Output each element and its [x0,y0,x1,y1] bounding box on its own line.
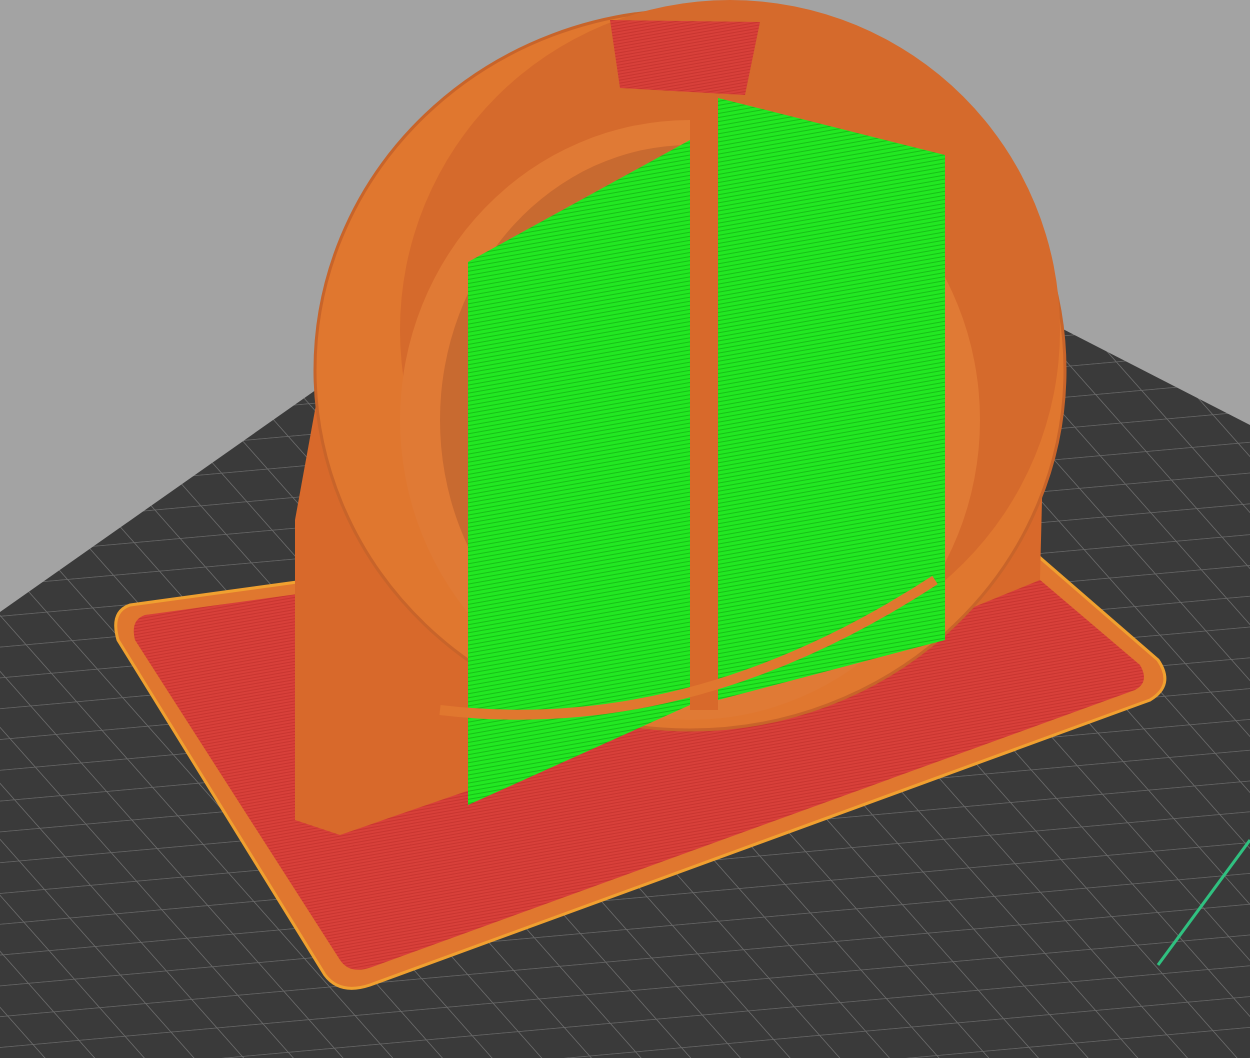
3d-preview-viewport[interactable] [0,0,1250,1058]
support-gap [690,110,718,710]
support-right [718,98,945,700]
top-solid-patch [610,20,760,95]
